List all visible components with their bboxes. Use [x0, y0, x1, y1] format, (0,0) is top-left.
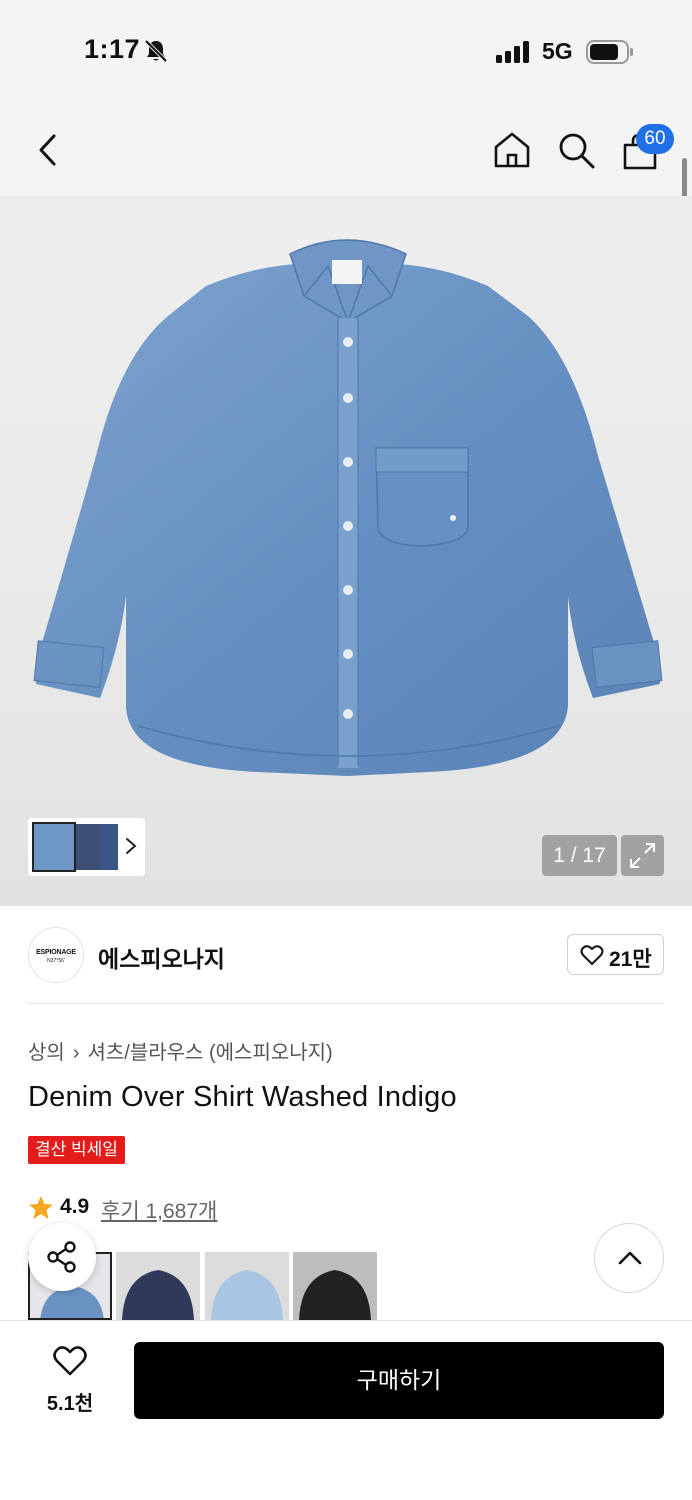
denim-shirt-image — [33, 239, 663, 776]
buy-button[interactable]: 구매하기 — [134, 1342, 664, 1419]
cart-badge: 60 — [636, 124, 674, 154]
home-icon[interactable] — [492, 130, 532, 170]
status-time: 1:17 — [84, 34, 141, 64]
breadcrumb: 상의 › 셔츠/블라우스 (에스피오나지) — [28, 1036, 333, 1065]
brand-logo-text: ESPIONAGE — [36, 949, 76, 956]
divider — [28, 1003, 664, 1004]
thumbnail-3[interactable] — [100, 824, 118, 870]
scroll-top-button[interactable] — [594, 1223, 664, 1293]
chevron-up-icon — [618, 1251, 642, 1265]
share-icon — [47, 1241, 76, 1273]
thumbnail-strip[interactable] — [28, 818, 145, 876]
thumbnail-1[interactable] — [32, 822, 76, 872]
product-image[interactable]: 1 / 17 — [0, 196, 692, 906]
brand-logo-subtext: N37°56' — [47, 958, 65, 964]
image-counter: 1 / 17 — [542, 835, 617, 876]
breadcrumb-subcategory[interactable]: 셔츠/블라우스 (에스피오나지) — [87, 1042, 332, 1064]
brand-like-button[interactable]: 21만 — [567, 934, 664, 975]
share-button[interactable] — [28, 1223, 96, 1291]
back-icon[interactable] — [32, 130, 68, 170]
status-bar: 1:17 5G — [0, 0, 692, 100]
wishlist-count: 5.1천 — [46, 1393, 94, 1415]
battery-icon — [586, 40, 633, 64]
expand-icon — [630, 843, 655, 868]
network-type: 5G — [542, 38, 573, 64]
rating-score: 4.9 — [60, 1195, 90, 1218]
color-swatch-3[interactable] — [205, 1252, 289, 1320]
brand-like-count: 21만 — [609, 948, 652, 971]
signal-icon — [496, 41, 529, 63]
sale-badge: 결산 빅세일 — [28, 1136, 125, 1164]
color-swatch-4[interactable] — [293, 1252, 377, 1320]
heart-icon — [580, 945, 604, 965]
color-swatch-2[interactable] — [116, 1252, 200, 1320]
review-count-link[interactable]: 후기 1,687개 — [101, 1195, 217, 1225]
wishlist-button[interactable]: 5.1천 — [40, 1345, 100, 1415]
heart-icon — [53, 1346, 87, 1376]
brand-logo[interactable]: ESPIONAGE N37°56' — [28, 927, 84, 983]
chevron-right-icon[interactable] — [122, 834, 140, 858]
expand-button[interactable] — [621, 835, 664, 876]
thumbnail-2[interactable] — [76, 824, 100, 870]
brand-name[interactable]: 에스피오나지 — [98, 940, 225, 974]
chevron-right-icon: › — [72, 1042, 80, 1064]
breadcrumb-category[interactable]: 상의 — [28, 1042, 65, 1064]
top-nav: 60 — [0, 100, 692, 196]
star-icon — [29, 1196, 53, 1219]
search-icon[interactable] — [556, 130, 596, 170]
product-title: Denim Over Shirt Washed Indigo — [28, 1081, 457, 1113]
bell-muted-icon — [144, 39, 168, 63]
